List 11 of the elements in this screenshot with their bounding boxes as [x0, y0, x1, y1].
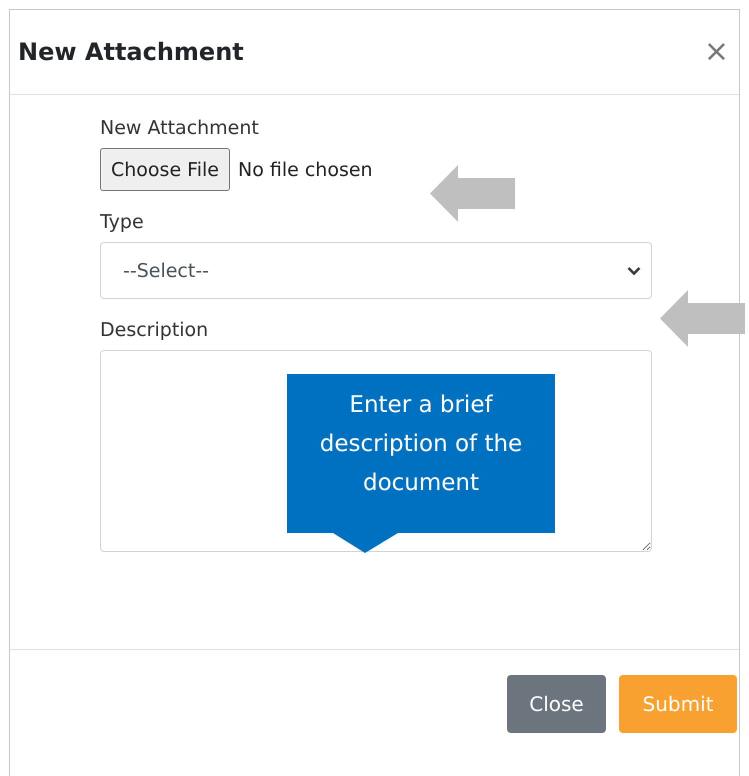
callout-tooltip: Enter a brief description of the document — [287, 374, 555, 553]
file-status: No file chosen — [238, 158, 373, 180]
chevron-down-icon — [627, 266, 641, 276]
field-label: Type — [100, 211, 145, 233]
dialog-title: New Attachment — [18, 38, 244, 66]
field-label: Description — [100, 319, 210, 341]
type-dropdown[interactable]: --Select-- — [100, 242, 652, 299]
choose-file-button[interactable]: Choose File — [100, 148, 230, 191]
arrow-icon — [430, 165, 515, 222]
close-button[interactable]: Close — [507, 675, 606, 733]
field-label: New Attachment — [100, 117, 260, 139]
